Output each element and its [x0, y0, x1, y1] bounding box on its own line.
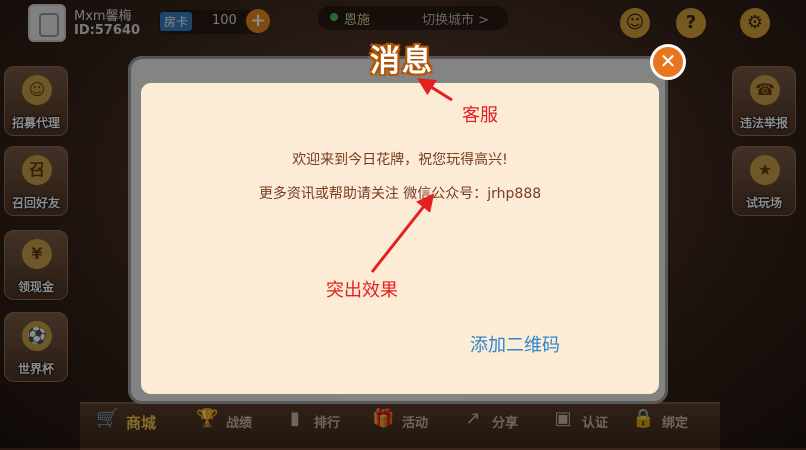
welcome-message: 欢迎来到今日花牌，祝您玩得高兴!	[292, 152, 508, 168]
annotation-highlight: 突出效果	[326, 280, 398, 301]
message-dialog	[141, 83, 659, 394]
annotation-service: 客服	[462, 105, 498, 126]
add-qr-code-link[interactable]: 添加二维码	[470, 331, 560, 357]
contact-message: 更多资讯或帮助请关注 微信公众号：jrhp888	[258, 186, 542, 202]
dialog-title: 消息	[370, 44, 434, 79]
close-button[interactable]: ✕	[650, 44, 686, 80]
